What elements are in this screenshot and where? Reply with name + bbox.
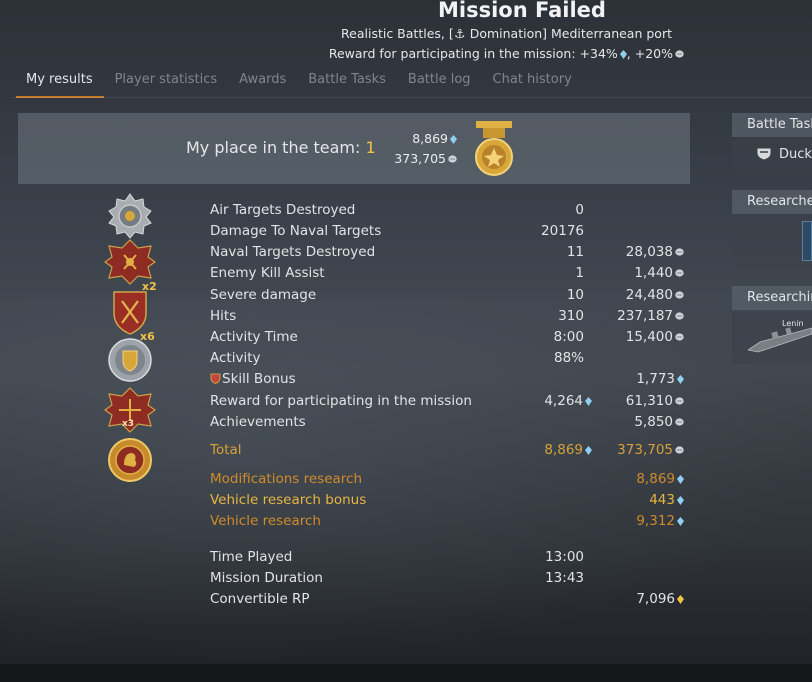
total-row: Total 8,869 373,705: [210, 442, 690, 463]
rp-icon: [677, 475, 684, 484]
table-row: Air Targets Destroyed 0: [210, 202, 584, 218]
mission-reward-line: Reward for participating in the mission:…: [329, 46, 684, 61]
naval-cross-icon[interactable]: [104, 239, 156, 285]
rp-icon: [585, 397, 592, 406]
silver-lions-icon: [675, 312, 684, 320]
rp-icon: [677, 375, 684, 384]
research-row: Modifications research 8,869: [210, 471, 690, 492]
rp-icon: [450, 135, 457, 144]
gold-lion-medal-icon[interactable]: [104, 437, 156, 483]
table-row: Severe damage 10 24,480: [210, 287, 690, 308]
time-row: Time Played 13:00: [210, 549, 584, 565]
mission-mode-line: Realistic Battles, [⚓ Domination] Medite…: [341, 26, 672, 41]
air-target-medal-icon[interactable]: [104, 193, 156, 239]
battle-task-name: Duck: [779, 147, 812, 162]
place-sl-value: 373,705: [380, 151, 457, 166]
tab-battle-tasks[interactable]: Battle Tasks: [297, 68, 397, 98]
table-row: Damage To Naval Targets 20176: [210, 223, 584, 239]
silver-lions-icon: [675, 248, 684, 256]
battle-tasks-header[interactable]: Battle Tasks: [732, 113, 812, 137]
silver-lions-icon: [675, 269, 684, 277]
table-row: Skill Bonus 1,773: [210, 371, 690, 392]
team-place-label: My place in the team: 1: [186, 138, 376, 157]
table-row: Achievements 5,850: [210, 414, 690, 435]
silver-lions-icon: [675, 418, 684, 426]
researching-vehicle-name: Lenin: [782, 319, 804, 328]
silver-shield-medal-icon[interactable]: [104, 337, 156, 383]
task-shield-icon: [756, 147, 772, 161]
table-row: Activity Time 8:00 15,400: [210, 329, 690, 350]
research-row: Vehicle research bonus 443: [210, 492, 690, 513]
tab-battle-log[interactable]: Battle log: [397, 68, 482, 98]
researched-module-icon: [802, 221, 812, 261]
table-row: Enemy Kill Assist 1 1,440: [210, 265, 690, 286]
tab-my-results[interactable]: My results: [16, 68, 104, 98]
silver-lions-icon: [675, 333, 684, 341]
rp-icon: [619, 50, 627, 59]
time-row: Convertible RP 7,096: [210, 591, 690, 612]
award-count-badge: x2: [142, 280, 157, 293]
silver-lions-icon: [675, 50, 684, 58]
silver-lions-icon: [448, 155, 457, 163]
team-place-value: 1: [365, 138, 376, 157]
silver-lions-icon: [675, 397, 684, 405]
place-rp-value: 8,869: [392, 131, 457, 146]
award-count-badge: x3: [122, 419, 135, 429]
tab-awards[interactable]: Awards: [228, 68, 297, 98]
researched-item[interactable]: [732, 216, 812, 268]
research-row: Vehicle research 9,312: [210, 513, 690, 534]
table-row: Activity 88%: [210, 350, 584, 366]
anchor-icon: ⚓: [454, 26, 466, 41]
award-count-badge: x6: [140, 330, 155, 343]
tab-chat-history[interactable]: Chat history: [482, 68, 583, 98]
researched-header[interactable]: Researched: [732, 190, 812, 214]
bottom-bar: [0, 664, 812, 682]
silver-lions-icon: [675, 446, 684, 454]
convertible-rp-icon: [677, 595, 684, 604]
mission-result-title: Mission Failed: [438, 0, 606, 22]
researching-header[interactable]: Researching: [732, 286, 812, 310]
gold-medal-icon: [475, 121, 513, 176]
rp-icon: [585, 446, 592, 455]
rp-icon: [677, 517, 684, 526]
rp-icon: [677, 496, 684, 505]
table-row: Naval Targets Destroyed 11 28,038: [210, 244, 690, 265]
table-row: Hits 310 237,187: [210, 308, 690, 329]
tabs-divider: [12, 97, 812, 98]
time-row: Mission Duration 13:43: [210, 570, 584, 586]
shield-swords-icon[interactable]: [104, 289, 156, 335]
skill-shield-icon: [210, 373, 221, 384]
silver-lions-icon: [675, 291, 684, 299]
table-row: Reward for participating in the mission …: [210, 393, 690, 414]
tab-player-statistics[interactable]: Player statistics: [104, 68, 229, 98]
results-tabs: My results Player statistics Awards Batt…: [16, 68, 583, 98]
